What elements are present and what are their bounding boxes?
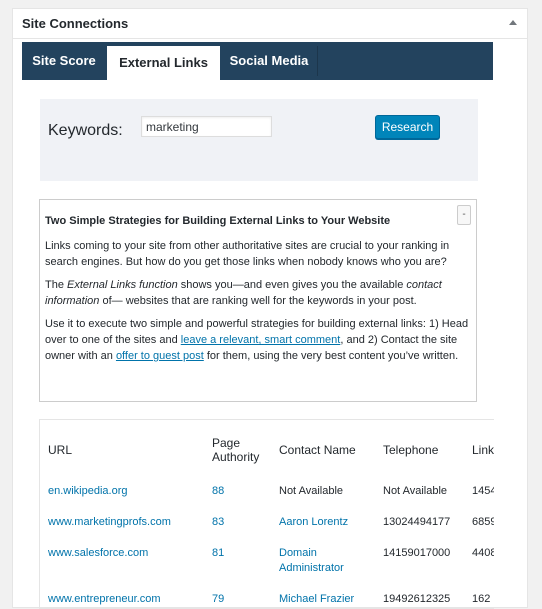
strategies-info-box: Two Simple Strategies for Building Exter… [39, 199, 477, 402]
telephone: 19492612325 [383, 593, 451, 605]
tab-bar: Site Score External Links Social Media [22, 42, 493, 80]
info-body: Links coming to your site from other aut… [45, 238, 473, 371]
telephone: Not Available [383, 485, 448, 497]
url-link[interactable]: www.marketingprofs.com [48, 516, 171, 528]
keywords-input[interactable] [141, 116, 272, 137]
page-authority-link[interactable]: 83 [212, 516, 224, 528]
table-header-row: URL Page Authority Contact Name Telephon… [40, 420, 494, 476]
info-title: Two Simple Strategies for Building Exter… [45, 215, 391, 227]
table-row: www.entrepreneur.com 79 Michael Frazier … [40, 584, 494, 608]
url-link[interactable]: www.entrepreneur.com [48, 593, 161, 605]
telephone: 13024494177 [383, 516, 451, 528]
table-row: www.marketingprofs.com 83 Aaron Lorentz … [40, 507, 494, 538]
p2-text: of— websites that are ranking well for t… [99, 295, 417, 307]
contact-name-link[interactable]: Aaron Lorentz [279, 516, 348, 528]
tab-site-score[interactable]: Site Score [22, 42, 106, 80]
p2-text: shows you—and even gives you the availab… [177, 279, 407, 291]
info-paragraph-2: The External Links function shows you—an… [45, 277, 473, 309]
links-count: 4408 [472, 547, 494, 559]
collapse-arrow-icon[interactable] [509, 20, 517, 25]
header-page-authority: Page Authority [212, 436, 260, 464]
external-links-table-container[interactable]: URL Page Authority Contact Name Telephon… [39, 419, 494, 609]
keywords-label: Keywords: [48, 122, 123, 139]
telephone: 14159017000 [383, 547, 451, 559]
header-links: Links [472, 443, 494, 457]
info-paragraph-1: Links coming to your site from other aut… [45, 240, 450, 268]
page-authority-link[interactable]: 79 [212, 593, 224, 605]
p2-emphasis-function: External Links function [67, 279, 178, 291]
research-button[interactable]: Research [375, 115, 440, 139]
url-link[interactable]: www.salesforce.com [48, 547, 148, 559]
leave-comment-link[interactable]: leave a relevant, smart comment [181, 334, 341, 346]
p3-text: for them, using the very best content yo… [203, 350, 459, 362]
url-link[interactable]: en.wikipedia.org [48, 485, 128, 497]
table-row: www.salesforce.com 81 Domain Administrat… [40, 538, 494, 584]
p2-text: The [45, 279, 68, 291]
header-contact-name: Contact Name [279, 443, 356, 457]
keywords-search-box: Keywords: Research [40, 99, 478, 181]
info-paragraph-3: Use it to execute two simple and powerfu… [45, 316, 473, 364]
contact-name: Not Available [279, 485, 344, 497]
contact-name-link[interactable]: Domain Administrator [279, 547, 344, 574]
table-row: en.wikipedia.org 88 Not Available Not Av… [40, 476, 494, 507]
contact-name-link[interactable]: Michael Frazier [279, 593, 354, 605]
tab-external-links[interactable]: External Links [107, 46, 220, 80]
links-count: 1454 [472, 485, 494, 497]
info-collapse-button[interactable]: - [457, 205, 471, 225]
tab-divider [317, 46, 318, 76]
page-authority-link[interactable]: 81 [212, 547, 224, 559]
header-telephone: Telephone [383, 443, 439, 457]
guest-post-link[interactable]: offer to guest post [116, 350, 204, 362]
links-count: 162 [472, 593, 491, 605]
page-authority-link[interactable]: 88 [212, 485, 224, 497]
panel-title: Site Connections [22, 16, 129, 31]
header-url: URL [48, 443, 73, 457]
panel-header[interactable]: Site Connections [13, 9, 527, 39]
external-links-table: URL Page Authority Contact Name Telephon… [40, 420, 494, 608]
links-count: 6859 [472, 516, 494, 528]
tab-social-media[interactable]: Social Media [221, 42, 317, 80]
